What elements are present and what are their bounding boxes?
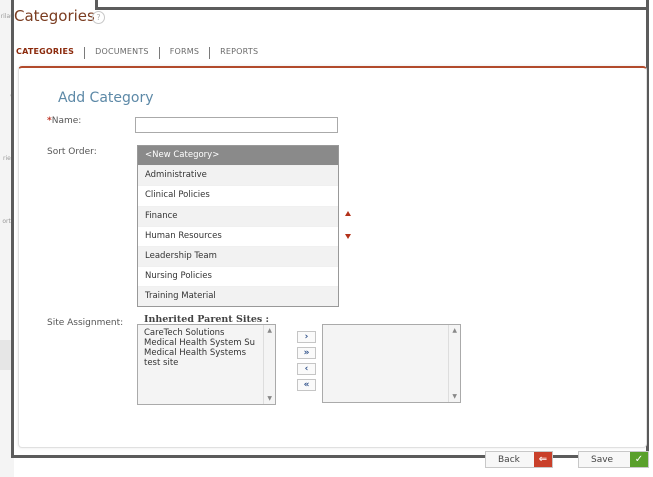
scroll-up-icon[interactable]: ▲ bbox=[452, 327, 457, 334]
assigned-sites-list[interactable]: ▲ ▼ bbox=[322, 324, 461, 403]
tab-documents[interactable]: DOCUMENTS bbox=[85, 47, 159, 56]
site-option[interactable]: Medical Health Systems bbox=[144, 348, 275, 358]
sort-item-human-resources[interactable]: Human Resources bbox=[138, 227, 338, 247]
help-icon[interactable]: ? bbox=[92, 11, 105, 24]
tab-categories[interactable]: CATEGORIES bbox=[14, 47, 84, 56]
scroll-down-icon[interactable]: ▼ bbox=[452, 393, 457, 400]
scroll-up-icon[interactable]: ▲ bbox=[267, 327, 272, 334]
section-heading: Add Category bbox=[58, 90, 154, 106]
back-button-label: Back bbox=[498, 455, 520, 465]
sort-item-nursing-policies[interactable]: Nursing Policies bbox=[138, 267, 338, 288]
sort-item-leadership-team[interactable]: Leadership Team bbox=[138, 246, 338, 268]
tab-reports[interactable]: REPORTS bbox=[210, 47, 268, 56]
frame-edge bbox=[11, 455, 85, 458]
sort-item-new-category[interactable]: <New Category> bbox=[138, 146, 338, 167]
back-arrow-icon: ⇐ bbox=[534, 452, 552, 467]
remove-one-button[interactable]: ‹ bbox=[297, 363, 316, 375]
tab-bar: CATEGORIES DOCUMENTS FORMS REPORTS bbox=[14, 44, 268, 59]
move-down-icon[interactable] bbox=[345, 234, 351, 239]
add-one-button[interactable]: › bbox=[297, 331, 316, 343]
sort-item-training-material[interactable]: Training Material bbox=[138, 287, 338, 306]
sort-order-list[interactable]: <New Category> Administrative Clinical P… bbox=[137, 145, 339, 307]
sort-item-clinical-policies[interactable]: Clinical Policies bbox=[138, 186, 338, 207]
name-label: *Name: bbox=[47, 116, 81, 126]
move-up-icon[interactable] bbox=[345, 211, 351, 216]
sort-item-finance[interactable]: Finance bbox=[138, 206, 338, 227]
site-option[interactable]: Medical Health System Su bbox=[144, 338, 275, 348]
page-title: Categories bbox=[14, 7, 95, 25]
scrollbar[interactable] bbox=[263, 325, 275, 404]
site-option[interactable]: CareTech Solutions bbox=[144, 328, 275, 338]
remove-all-button[interactable]: « bbox=[297, 379, 316, 391]
back-button[interactable]: Back ⇐ bbox=[485, 451, 553, 468]
sort-item-administrative[interactable]: Administrative bbox=[138, 166, 338, 187]
available-sites-list[interactable]: ▲ ▼ CareTech Solutions Medical Health Sy… bbox=[137, 324, 276, 405]
site-assignment-label: Site Assignment: bbox=[47, 318, 124, 328]
save-button[interactable]: Save ✓ bbox=[578, 451, 649, 468]
sort-order-label: Sort Order: bbox=[47, 147, 97, 157]
checkmark-icon: ✓ bbox=[630, 452, 648, 467]
frame-edge bbox=[98, 7, 649, 10]
scrollbar[interactable] bbox=[448, 325, 460, 402]
add-all-button[interactable]: » bbox=[297, 347, 316, 359]
site-option[interactable]: test site bbox=[144, 358, 275, 368]
save-button-label: Save bbox=[591, 455, 614, 465]
tab-forms[interactable]: FORMS bbox=[160, 47, 209, 56]
name-input[interactable] bbox=[135, 117, 338, 133]
scroll-down-icon[interactable]: ▼ bbox=[267, 395, 272, 402]
name-label-text: Name: bbox=[51, 116, 82, 126]
